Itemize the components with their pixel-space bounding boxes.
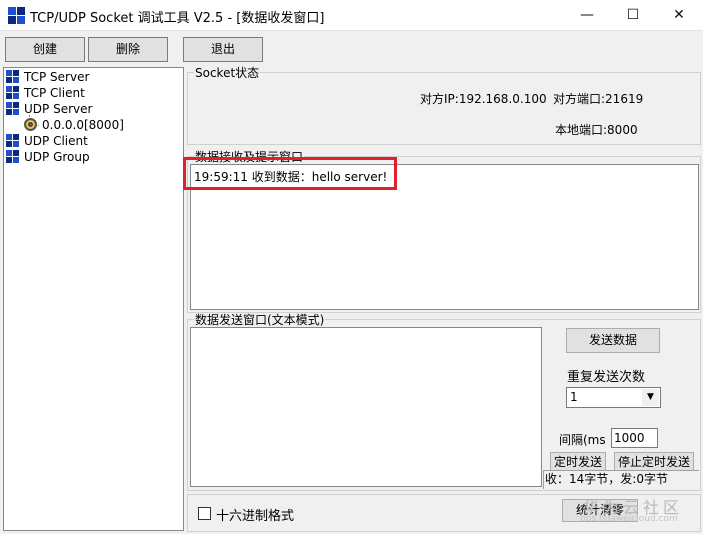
udp-server-icon: [6, 102, 19, 115]
minimize-button[interactable]: —: [564, 0, 610, 31]
repeat-count-value: 1: [570, 390, 578, 404]
tcp-client-icon: [6, 86, 19, 99]
remote-ip: 对方IP:192.168.0.100: [420, 92, 547, 106]
tree-item-tcp-server[interactable]: TCP Server: [6, 69, 176, 85]
send-data-button[interactable]: 发送数据: [566, 328, 660, 353]
send-title: 数据发送窗口(文本模式): [194, 313, 326, 327]
title-bar: TCP/UDP Socket 调试工具 V2.5 - [数据收发窗口] — ☐ …: [0, 0, 703, 31]
maximize-button[interactable]: ☐: [610, 0, 656, 31]
tree-item-label: TCP Client: [24, 86, 85, 100]
socket-tree[interactable]: TCP Server TCP Client UDP Server 0.0.0.0…: [3, 67, 184, 531]
hex-format-checkbox[interactable]: [198, 507, 211, 520]
socket-target-icon: [24, 118, 37, 131]
create-button[interactable]: 创建: [5, 37, 85, 62]
chevron-down-icon[interactable]: ▼: [642, 389, 659, 406]
byte-count-status: 收：14字节，发:0字节: [543, 470, 699, 489]
tree-item-label: UDP Group: [24, 150, 90, 164]
watermark-url: bbs.huaweicloud.com: [580, 514, 678, 524]
tree-item-tcp-client[interactable]: TCP Client: [6, 85, 176, 101]
interval-input[interactable]: 1000: [611, 428, 658, 448]
tree-item-udp-server[interactable]: UDP Server: [6, 101, 176, 117]
tree-item-label: 0.0.0.0[8000]: [42, 118, 124, 132]
exit-button[interactable]: 退出: [183, 37, 263, 62]
udp-group-icon: [6, 150, 19, 163]
repeat-count-select[interactable]: 1 ▼: [566, 387, 661, 408]
udp-client-icon: [6, 134, 19, 147]
tree-item-label: UDP Client: [24, 134, 88, 148]
hex-format-label: 十六进制格式: [216, 509, 295, 524]
tree-item-udp-group[interactable]: UDP Group: [6, 149, 176, 165]
local-port: 本地端口:8000: [555, 123, 638, 137]
close-button[interactable]: ✕: [656, 0, 702, 31]
window-title: TCP/UDP Socket 调试工具 V2.5 - [数据收发窗口]: [30, 11, 325, 26]
app-icon: [8, 7, 26, 25]
send-textarea[interactable]: [190, 327, 542, 487]
tree-item-label: TCP Server: [24, 70, 90, 84]
socket-status-title: Socket状态: [194, 66, 261, 80]
tree-item-udp-server-socket[interactable]: 0.0.0.0[8000]: [24, 117, 174, 133]
tcp-server-icon: [6, 70, 19, 83]
tree-item-label: UDP Server: [24, 102, 93, 116]
interval-label: 间隔(ms: [559, 433, 606, 447]
repeat-count-label: 重复发送次数: [567, 370, 646, 385]
tree-item-udp-client[interactable]: UDP Client: [6, 133, 176, 149]
highlight-box: [183, 157, 397, 190]
remote-port: 对方端口:21619: [553, 92, 644, 106]
delete-button[interactable]: 删除: [88, 37, 168, 62]
